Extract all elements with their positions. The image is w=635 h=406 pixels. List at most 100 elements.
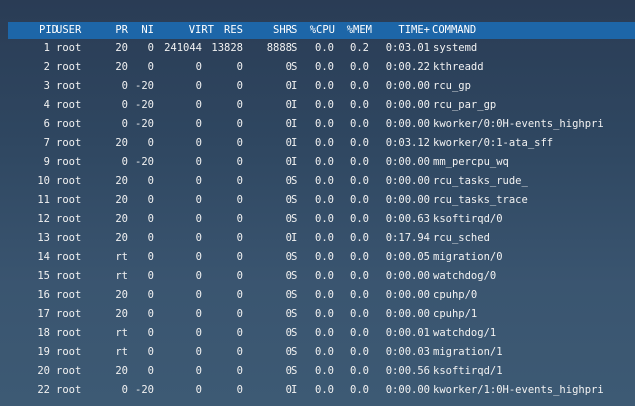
cell-res: 0 [236,80,243,92]
cell-shr: 0 [285,61,292,73]
cell-cpu: 0.0 [315,308,334,320]
cell-shr: 8888 [266,42,292,54]
table-row[interactable]: 15 root rt 0 0 0 0 S 0.0 0.0 0:00.00 watchdog/0 [0,267,635,286]
col-header-cpu: %CPU [309,24,335,36]
cell-time: 0:00.01 [385,327,430,339]
cell-virt: 0 [195,156,202,168]
cell-shr: 0 [285,346,292,358]
cell-command: systemd [433,42,478,54]
col-header-state: S [291,24,298,36]
cell-virt: 0 [195,213,202,225]
table-row[interactable]: 11 root 20 0 0 0 0 S 0.0 0.0 0:00.00 rcu_tasks_trac… [0,191,635,210]
cell-time: 0:03.01 [385,42,430,54]
table-row[interactable]: 1 root 20 0 241044 13828 8888 S 0.0 0.2 0:03.01 sys… [0,39,635,58]
cell-state: S [291,289,298,301]
cell-pid: 2 [43,61,50,73]
table-row[interactable]: 19 root rt 0 0 0 0 S 0.0 0.0 0:00.03 migration/1 [0,343,635,362]
cell-cpu: 0.0 [315,194,334,206]
table-row[interactable]: 3 root 0 -20 0 0 0 I 0.0 0.0 0:00.00 rcu_gp [0,77,635,96]
col-header-shr: SHR [273,24,292,36]
cell-user: root [56,118,82,130]
table-row[interactable]: 12 root 20 0 0 0 0 S 0.0 0.0 0:00.63 ksoftirqd/0 [0,210,635,229]
cell-user: root [56,327,82,339]
cell-cpu: 0.0 [315,99,334,111]
cell-user: root [56,270,82,282]
cell-user: root [56,194,82,206]
cell-command: kworker/1:0H-events_highpri [433,384,604,396]
cell-pr: 20 [115,213,128,225]
cell-time: 0:00.56 [385,365,430,377]
cell-pid: 4 [43,99,50,111]
cell-shr: 0 [285,232,292,244]
table-row[interactable]: 10 root 20 0 0 0 0 S 0.0 0.0 0:00.00 rcu_tasks_rude… [0,172,635,191]
cell-pr: 20 [115,365,128,377]
table-row[interactable]: 14 root rt 0 0 0 0 S 0.0 0.0 0:00.05 migration/0 [0,248,635,267]
cell-cpu: 0.0 [315,61,334,73]
cell-mem: 0.0 [350,99,369,111]
table-row[interactable]: 7 root 20 0 0 0 0 I 0.0 0.0 0:03.12 kworker/0:1-ata… [0,134,635,153]
process-rows: 1 root 20 0 241044 13828 8888 S 0.0 0.2 0:03.01 sys… [0,39,635,400]
cell-mem: 0.0 [350,213,369,225]
cell-time: 0:00.00 [385,80,430,92]
cell-res: 0 [236,327,243,339]
cell-pr: rt [115,251,128,263]
cell-shr: 0 [285,384,292,396]
table-row[interactable]: 20 root 20 0 0 0 0 S 0.0 0.0 0:00.56 ksoftirqd/1 [0,362,635,381]
cell-user: root [56,232,82,244]
col-header-pr: PR [115,24,128,36]
top-process-table: PID USER PR NI VIRT RES SHR S %CPU %MEM … [0,22,635,400]
cell-res: 0 [236,232,243,244]
cell-cpu: 0.0 [315,289,334,301]
cell-pid: 1 [43,42,50,54]
cell-user: root [56,251,82,263]
cell-cpu: 0.0 [315,251,334,263]
cell-mem: 0.0 [350,194,369,206]
col-header-virt: VIRT [188,24,214,36]
cell-pid: 6 [43,118,50,130]
cell-cpu: 0.0 [315,156,334,168]
cell-command: kthreadd [433,61,484,73]
cell-pr: 20 [115,61,128,73]
cell-mem: 0.0 [350,308,369,320]
table-row[interactable]: 22 root 0 -20 0 0 0 I 0.0 0.0 0:00.00 kworker/1:0H-… [0,381,635,400]
table-row[interactable]: 4 root 0 -20 0 0 0 I 0.0 0.0 0:00.00 rcu_par_gp [0,96,635,115]
cell-time: 0:03.12 [385,137,430,149]
table-row[interactable]: 16 root 20 0 0 0 0 S 0.0 0.0 0:00.00 cpuhp/0 [0,286,635,305]
cell-shr: 0 [285,175,292,187]
cell-state: I [291,384,298,396]
col-header-time: TIME+ [398,24,430,36]
cell-res: 0 [236,270,243,282]
cell-shr: 0 [285,194,292,206]
cell-user: root [56,175,82,187]
cell-state: S [291,365,298,377]
cell-mem: 0.0 [350,365,369,377]
cell-cpu: 0.0 [315,270,334,282]
table-row[interactable]: 9 root 0 -20 0 0 0 I 0.0 0.0 0:00.00 mm_percpu_wq [0,153,635,172]
cell-cpu: 0.0 [315,346,334,358]
table-row[interactable]: 6 root 0 -20 0 0 0 I 0.0 0.0 0:00.00 kworker/0:0H-e… [0,115,635,134]
cell-time: 0:00.00 [385,194,430,206]
cell-mem: 0.0 [350,156,369,168]
cell-virt: 0 [195,118,202,130]
cell-pid: 18 [37,327,50,339]
cell-state: I [291,137,298,149]
cell-pid: 17 [37,308,50,320]
cell-pid: 20 [37,365,50,377]
cell-user: root [56,213,82,225]
cell-command: rcu_tasks_trace [433,194,528,206]
table-row[interactable]: 18 root rt 0 0 0 0 S 0.0 0.0 0:00.01 watchdog/1 [0,324,635,343]
cell-cpu: 0.0 [315,384,334,396]
cell-res: 0 [236,384,243,396]
cell-res: 13828 [211,42,243,54]
cell-command: cpuhp/1 [433,308,478,320]
cell-virt: 0 [195,384,202,396]
cell-shr: 0 [285,365,292,377]
cell-command: migration/0 [433,251,503,263]
cell-user: root [56,61,82,73]
cell-mem: 0.0 [350,384,369,396]
table-row[interactable]: 17 root 20 0 0 0 0 S 0.0 0.0 0:00.00 cpuhp/1 [0,305,635,324]
table-row[interactable]: 13 root 20 0 0 0 0 I 0.0 0.0 0:17.94 rcu_sched [0,229,635,248]
cell-res: 0 [236,156,243,168]
cell-pr: 0 [121,156,128,168]
table-row[interactable]: 2 root 20 0 0 0 0 S 0.0 0.0 0:00.22 kthreadd [0,58,635,77]
